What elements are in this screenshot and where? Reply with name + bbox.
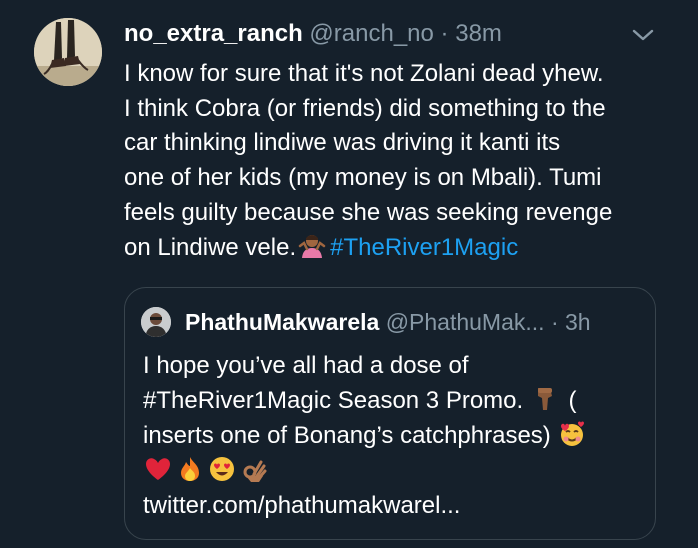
quoted-tweet[interactable]: PhathuMakwarela @PhathuMak... · 3h I hop… (124, 287, 656, 540)
ok-hand-icon (239, 454, 269, 484)
tweet-header: no_extra_ranch @ranch_no · 38m (124, 19, 502, 49)
quoted-text-segment: inserts one of Bonang’s catchphrases) (143, 422, 551, 449)
quoted-display-name[interactable]: PhathuMakwarela (185, 309, 379, 335)
separator: · (440, 20, 449, 47)
timestamp[interactable]: 38m (455, 20, 502, 47)
tweet-text-last-line: on Lindiwe vele. #TheRiver1Magic (124, 231, 684, 266)
quoted-text-line: I hope you’ve all had a dose of (143, 352, 469, 379)
quoted-emoji-line (143, 453, 643, 488)
tweet-text: I know for sure that it's not Zolani dea… (124, 57, 684, 265)
smiling-face-with-hearts-icon (557, 419, 587, 449)
hashtag-link[interactable]: #TheRiver1Magic (330, 234, 518, 261)
tweet-text-line: one of her kids (my money is on Mbali). … (124, 164, 602, 192)
quoted-handle[interactable]: @PhathuMak... (386, 309, 545, 335)
quoted-text-line-2: #TheRiver1Magic Season 3 Promo. ( (143, 383, 643, 418)
tweet[interactable]: no_extra_ranch @ranch_no · 38m I know fo… (0, 0, 698, 548)
person-shrugging-icon (298, 232, 326, 260)
heart-eyes-face-icon (207, 454, 237, 484)
avatar-image (34, 18, 102, 86)
chevron-down-icon[interactable] (631, 27, 655, 43)
tweet-text-line: feels guilty because she was seeking rev… (124, 198, 613, 226)
handle[interactable]: @ranch_no (309, 20, 433, 47)
quoted-header: PhathuMakwarela @PhathuMak... · 3h (185, 308, 591, 336)
quoted-link[interactable]: twitter.com/phathumakwarel... (143, 488, 643, 523)
pointing-down-hand-icon (530, 384, 560, 414)
quoted-avatar[interactable] (141, 307, 171, 337)
avatar[interactable] (34, 18, 102, 86)
quoted-text-segment: ( (568, 387, 577, 414)
tweet-text-line: car thinking lindiwe was driving it kant… (124, 129, 561, 157)
fire-icon (175, 454, 205, 484)
quoted-text-line-3: inserts one of Bonang’s catchphrases) (143, 418, 643, 453)
tweet-text-line: I think Cobra (or friends) did something… (124, 94, 606, 122)
quoted-text-segment: #TheRiver1Magic Season 3 Promo. (143, 387, 524, 414)
quoted-separator: · (550, 309, 559, 335)
tweet-text-line: I know for sure that it's not Zolani dea… (124, 60, 604, 87)
tweet-text-line: on Lindiwe vele. (124, 233, 297, 261)
display-name[interactable]: no_extra_ranch (124, 20, 303, 47)
quoted-text: I hope you’ve all had a dose of #TheRive… (143, 348, 643, 523)
red-heart-icon (143, 454, 173, 484)
quoted-timestamp[interactable]: 3h (565, 309, 591, 335)
